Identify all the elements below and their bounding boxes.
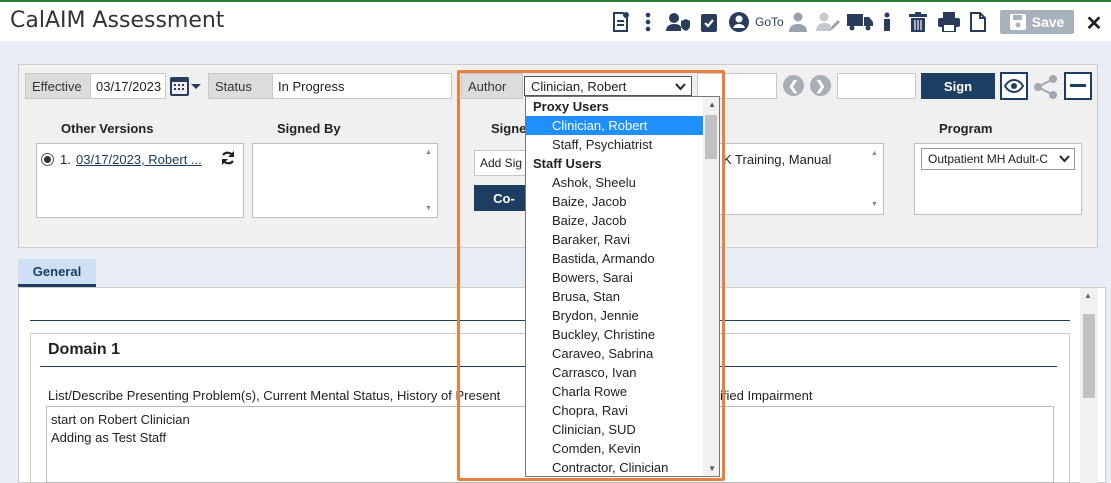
close-button[interactable]: ✕ bbox=[1081, 10, 1107, 36]
refresh-icon[interactable] bbox=[220, 150, 236, 169]
program-value: Outpatient MH Adult-C bbox=[928, 152, 1049, 166]
dropdown-option[interactable]: Clinician, Robert bbox=[526, 116, 719, 135]
previous-arrow-icon[interactable]: ❮ bbox=[783, 75, 804, 96]
title-bar: CalAIM Assessment GoTo Save ✕ bbox=[0, 0, 1111, 41]
sign-password-input[interactable] bbox=[837, 73, 916, 99]
more-options-icon[interactable] bbox=[640, 10, 656, 34]
dropdown-group-header: Proxy Users bbox=[533, 99, 609, 114]
save-button[interactable]: Save bbox=[1000, 10, 1074, 34]
print-icon[interactable] bbox=[937, 10, 961, 34]
other-versions-heading: Other Versions bbox=[61, 121, 154, 136]
new-document-icon[interactable] bbox=[610, 10, 632, 34]
dropdown-scroll-up-icon[interactable]: ▲ bbox=[708, 100, 716, 109]
tab-general[interactable]: General bbox=[18, 259, 96, 287]
dropdown-scroll-down-icon[interactable]: ▼ bbox=[708, 464, 716, 473]
trainee-list[interactable]: K Training, Manual ▲ ▼ bbox=[710, 143, 884, 215]
dropdown-group-header: Staff Users bbox=[533, 156, 602, 171]
dropdown-option[interactable]: Baize, Jacob bbox=[526, 192, 719, 211]
user-icon[interactable] bbox=[788, 10, 808, 34]
share-icon[interactable] bbox=[1033, 74, 1059, 103]
user-shield-icon[interactable] bbox=[665, 10, 691, 34]
author-value: Clinician, Robert bbox=[531, 78, 627, 94]
dropdown-option[interactable]: Chopra, Ravi bbox=[526, 401, 719, 420]
sign-button[interactable]: Sign bbox=[921, 73, 995, 99]
version-radio[interactable] bbox=[41, 153, 54, 166]
dropdown-option[interactable]: Ashok, Sheelu bbox=[526, 173, 719, 192]
dropdown-option[interactable]: Staff, Psychiatrist bbox=[526, 135, 719, 154]
dropdown-option[interactable]: Baize, Jacob bbox=[526, 211, 719, 230]
scroll-up-icon[interactable]: ▲ bbox=[425, 149, 435, 156]
dropdown-option[interactable]: Baraker, Ravi bbox=[526, 230, 719, 249]
trash-icon[interactable] bbox=[908, 10, 928, 34]
effective-date-input[interactable]: 03/17/2023 bbox=[90, 73, 166, 99]
program-heading: Program bbox=[939, 121, 993, 136]
program-select[interactable]: Outpatient MH Adult-C bbox=[921, 148, 1075, 170]
dropdown-option[interactable]: Buckley, Christine bbox=[526, 325, 719, 344]
trainee-item: K Training, Manual bbox=[723, 152, 832, 167]
chevron-down-icon bbox=[1059, 155, 1070, 163]
page-title: CalAIM Assessment bbox=[10, 8, 225, 33]
dropdown-option[interactable]: Bastida, Armando bbox=[526, 249, 719, 268]
dropdown-option[interactable]: Brusa, Stan bbox=[526, 287, 719, 306]
dropdown-option[interactable]: Brydon, Jennie bbox=[526, 306, 719, 325]
info-icon[interactable] bbox=[880, 10, 894, 34]
dropdown-option[interactable]: Contractor, Clinician bbox=[526, 458, 719, 476]
truck-icon[interactable] bbox=[846, 10, 874, 34]
calendar-icon[interactable] bbox=[170, 76, 202, 99]
domain-prompt-continued: ified Impairment bbox=[720, 388, 813, 403]
author-select[interactable]: Clinician, Robert bbox=[524, 76, 692, 96]
domain-title: Domain 1 bbox=[48, 341, 121, 358]
signed-by-list[interactable]: ▲ ▼ bbox=[252, 143, 438, 218]
dropdown-option[interactable]: Carrasco, Ivan bbox=[526, 363, 719, 382]
goto-label[interactable]: GoTo bbox=[755, 15, 784, 29]
floppy-icon bbox=[1009, 14, 1026, 30]
status-value: In Progress bbox=[272, 73, 452, 99]
chevron-down-icon bbox=[675, 83, 686, 91]
dropdown-option[interactable]: Caraveo, Sabrina bbox=[526, 344, 719, 363]
clipboard-check-icon[interactable] bbox=[699, 10, 719, 34]
trainee-scroll-down-icon[interactable]: ▼ bbox=[871, 201, 881, 208]
save-button-label: Save bbox=[1031, 14, 1065, 30]
author-dropdown-list[interactable]: Proxy Users Clinician, Robert Staff, Psych… bbox=[525, 96, 720, 477]
user-circle-icon[interactable] bbox=[727, 10, 751, 34]
document-icon[interactable] bbox=[968, 10, 988, 34]
dropdown-option[interactable]: Bowers, Sarai bbox=[526, 268, 719, 287]
collapse-icon[interactable] bbox=[1064, 72, 1092, 100]
dropdown-scrollbar-thumb[interactable] bbox=[705, 115, 717, 159]
dropdown-option[interactable]: Clinician, SUD bbox=[526, 420, 719, 439]
status-label: Status bbox=[208, 73, 273, 99]
domain-prompt: List/Describe Presenting Problem(s), Cur… bbox=[48, 388, 501, 403]
user-edit-icon[interactable] bbox=[816, 10, 840, 34]
content-scrollbar-thumb[interactable] bbox=[1083, 314, 1095, 398]
content-scroll-up-icon[interactable]: ▲ bbox=[1084, 291, 1092, 300]
effective-label: Effective bbox=[25, 73, 91, 99]
scroll-down-icon[interactable]: ▼ bbox=[425, 205, 435, 212]
version-link[interactable]: 03/17/2023, Robert ... bbox=[76, 152, 202, 167]
dropdown-option[interactable]: Charla Rowe bbox=[526, 382, 719, 401]
trainee-scroll-up-icon[interactable]: ▲ bbox=[871, 150, 881, 157]
signed-by-heading: Signed By bbox=[277, 121, 341, 136]
preview-eye-icon[interactable] bbox=[1000, 72, 1028, 100]
version-number: 1. bbox=[60, 152, 71, 167]
dropdown-option[interactable]: Comden, Kevin bbox=[526, 439, 719, 458]
next-arrow-icon[interactable]: ❯ bbox=[810, 75, 831, 96]
